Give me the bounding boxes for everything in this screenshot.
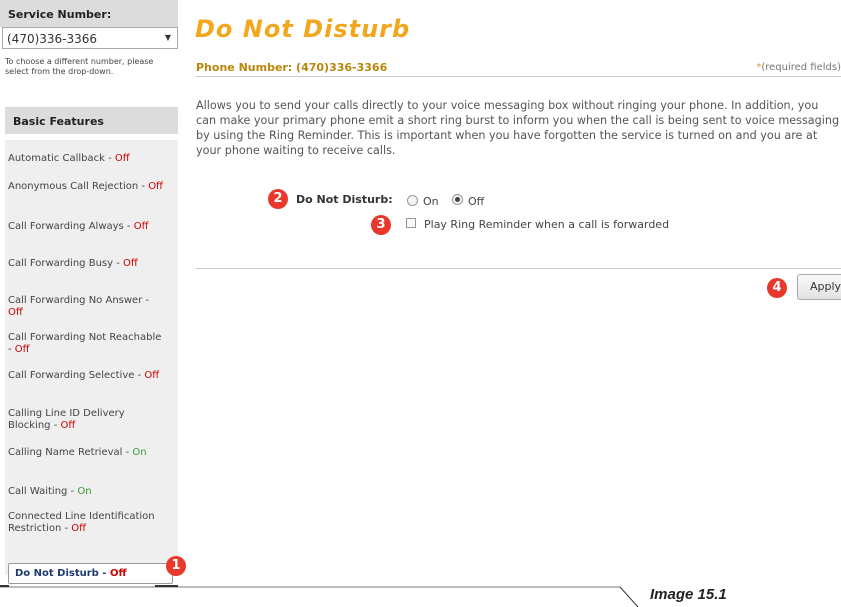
sidebar-item-call-forwarding-no-answer[interactable]: Call Forwarding No Answer - Off [8, 295, 163, 319]
sidebar-item-calling-name-retrieval[interactable]: Calling Name Retrieval - On [8, 447, 163, 459]
sidebar-item-call-waiting[interactable]: Call Waiting - On [8, 486, 163, 498]
sidebar-item-call-forwarding-not-reachable[interactable]: Call Forwarding Not Reachable - Off [8, 332, 163, 356]
feature-status: On [77, 486, 92, 497]
callout-badge-3: 3 [371, 215, 391, 235]
sidebar-item-automatic-callback[interactable]: Automatic Callback - Off [8, 153, 163, 165]
phone-number-label: Phone Number: (470)336-3366 [196, 61, 388, 74]
feature-status: Off [133, 221, 149, 232]
sidebar: Service Number: (470)336-3366 ▼ To choos… [0, 0, 178, 584]
radio-off-label[interactable]: Off [468, 195, 484, 208]
callout-badge-4: 4 [767, 278, 787, 298]
feature-status: Off [14, 344, 30, 355]
do-not-disturb-label: Do Not Disturb: [296, 193, 393, 206]
radio-off[interactable] [452, 194, 463, 205]
feature-label: Call Forwarding Selective - [8, 370, 145, 381]
ring-reminder-checkbox[interactable] [406, 218, 416, 228]
feature-status: Off [144, 370, 160, 381]
feature-status: Off [60, 420, 76, 431]
feature-label: Do Not Disturb - [15, 568, 110, 579]
radio-on[interactable] [407, 195, 418, 206]
feature-label: Call Waiting - [8, 486, 78, 497]
required-fields-note: *(required fields) [756, 62, 841, 73]
feature-label: Call Forwarding Always - [8, 221, 134, 232]
service-number-header: Service Number: [0, 0, 178, 27]
basic-features-heading: Basic Features [13, 115, 104, 128]
apply-button[interactable]: Apply [797, 274, 841, 300]
service-number-heading: Service Number: [8, 8, 112, 21]
service-description: Allows you to send your calls directly t… [196, 99, 840, 157]
sidebar-item-call-forwarding-busy[interactable]: Call Forwarding Busy - Off [8, 258, 163, 270]
feature-status: Off [148, 181, 163, 192]
feature-status: Off [109, 568, 127, 579]
feature-status: Off [8, 307, 23, 318]
service-number-hint: To choose a different number, please sel… [5, 57, 154, 76]
feature-list [5, 140, 178, 575]
feature-status: Off [114, 153, 130, 164]
image-caption: Image 15.1 [650, 586, 727, 603]
feature-label: Call Forwarding Not Reachable - [8, 332, 162, 355]
feature-label: Call Forwarding Busy - [8, 258, 123, 269]
feature-label: Call Forwarding No Answer - [8, 295, 150, 306]
divider [196, 76, 841, 77]
callout-badge-2: 2 [268, 189, 288, 209]
feature-label: Calling Name Retrieval - [8, 447, 133, 458]
feature-label: Anonymous Call Rejection - [8, 181, 149, 192]
service-number-select[interactable]: (470)336-3366 ▼ [2, 27, 178, 49]
feature-status: Off [71, 523, 87, 534]
sidebar-item-call-forwarding-selective[interactable]: Call Forwarding Selective - Off [8, 370, 163, 382]
sidebar-item-connected-line-identification-restriction[interactable]: Connected Line Identification Restrictio… [8, 511, 163, 535]
radio-on-label[interactable]: On [423, 195, 439, 208]
feature-status: On [132, 447, 147, 458]
callout-badge-1: 1 [166, 556, 186, 576]
dropdown-arrow-icon: ▼ [164, 33, 171, 42]
feature-label: Automatic Callback - [8, 153, 115, 164]
sidebar-item-call-forwarding-always[interactable]: Call Forwarding Always - Off [8, 221, 163, 233]
divider [196, 268, 841, 269]
basic-features-header: Basic Features [5, 107, 178, 134]
sidebar-item-do-not-disturb-label[interactable]: Do Not Disturb - Off [15, 568, 127, 579]
feature-status: Off [123, 258, 138, 269]
service-number-value: (470)336-3366 [7, 32, 98, 46]
sidebar-item-anonymous-call-rejection[interactable]: Anonymous Call Rejection - Off [8, 181, 163, 193]
sidebar-item-calling-line-id-delivery-blocking[interactable]: Calling Line ID Delivery Blocking - Off [8, 408, 163, 432]
ring-reminder-label[interactable]: Play Ring Reminder when a call is forwar… [424, 218, 669, 231]
required-text: (required fields) [761, 62, 841, 73]
page-title: Do Not Disturb [195, 15, 411, 43]
